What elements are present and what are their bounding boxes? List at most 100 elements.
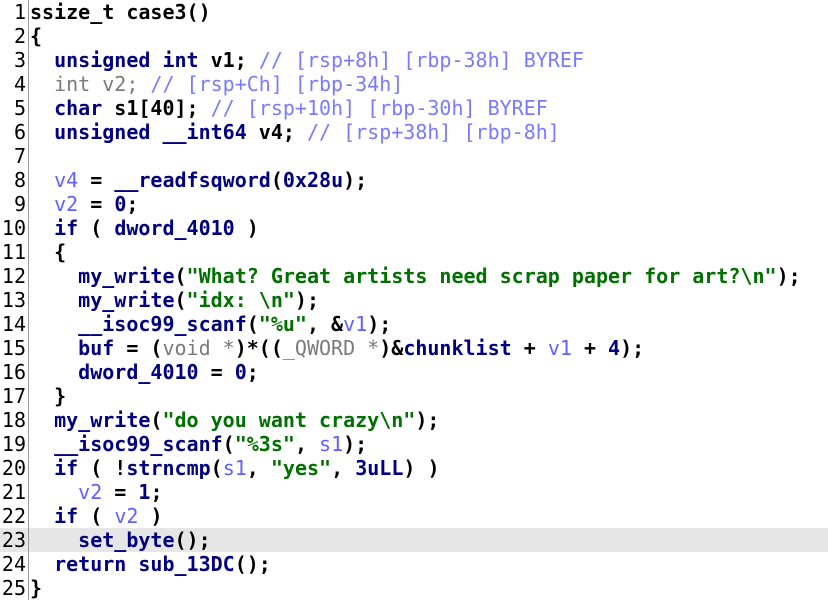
code-token[interactable]: unsigned int	[54, 48, 199, 72]
code-text[interactable]: __isoc99_scanf("%u", &v1);	[30, 312, 391, 336]
code-token[interactable]: sub_13DC	[138, 552, 234, 576]
code-line[interactable]: 25}	[0, 576, 828, 600]
code-text[interactable]: unsigned int v1; // [rsp+8h] [rbp-38h] B…	[30, 48, 584, 72]
code-token[interactable]: __isoc99_scanf	[54, 432, 223, 456]
code-line[interactable]: 12 my_write("What? Great artists need sc…	[0, 264, 828, 288]
code-token[interactable]: )*((	[235, 336, 283, 360]
code-token[interactable]: +	[512, 336, 548, 360]
code-token[interactable]: my_write	[78, 264, 174, 288]
code-token[interactable]: ();	[235, 552, 271, 576]
code-line[interactable]: 15 buf = (void *)*((_QWORD *)&chunklist …	[0, 336, 828, 360]
code-text[interactable]: {	[30, 240, 66, 264]
code-line[interactable]: 18 my_write("do you want crazy\n");	[0, 408, 828, 432]
code-token[interactable]: )	[138, 504, 162, 528]
code-token[interactable]: );	[295, 288, 319, 312]
code-token[interactable]: );	[777, 264, 801, 288]
code-token[interactable]	[30, 288, 78, 312]
code-token[interactable]: "yes"	[271, 456, 331, 480]
code-token[interactable]: if	[54, 456, 78, 480]
code-token[interactable]: 0x28u	[283, 168, 343, 192]
code-line[interactable]: 2{	[0, 24, 828, 48]
code-text[interactable]: buf = (void *)*((_QWORD *)&chunklist + v…	[30, 336, 644, 360]
code-line[interactable]: 22 if ( v2 )	[0, 504, 828, 528]
code-token[interactable]: =	[102, 480, 138, 504]
code-line[interactable]: 17 }	[0, 384, 828, 408]
code-token[interactable]: "idx: \n"	[187, 288, 295, 312]
code-text[interactable]: char s1[40]; // [rsp+10h] [rbp-30h] BYRE…	[30, 96, 548, 120]
code-line[interactable]: 8 v4 = __readfsqword(0x28u);	[0, 168, 828, 192]
code-token[interactable]: dword_4010	[114, 216, 234, 240]
code-token[interactable]: "What? Great artists need scrap paper fo…	[187, 264, 777, 288]
code-token[interactable]: my_write	[54, 408, 150, 432]
code-token[interactable]: ();	[175, 528, 211, 552]
code-token[interactable]: {	[30, 24, 42, 48]
code-token[interactable]: _QWORD *	[283, 336, 379, 360]
code-line[interactable]: 14 __isoc99_scanf("%u", &v1);	[0, 312, 828, 336]
code-token[interactable]: (	[175, 264, 187, 288]
code-token[interactable]: // [rsp+10h] [rbp-30h] BYREF	[211, 96, 548, 120]
code-line[interactable]: 7	[0, 144, 828, 168]
code-token[interactable]	[30, 264, 78, 288]
code-token[interactable]	[30, 360, 78, 384]
code-token[interactable]: return	[54, 552, 126, 576]
code-token[interactable]: = (	[114, 336, 162, 360]
code-token[interactable]	[30, 192, 54, 216]
code-token[interactable]: );	[415, 408, 439, 432]
code-token[interactable]	[30, 72, 54, 96]
code-token[interactable]: // [rsp+38h] [rbp-8h]	[307, 120, 560, 144]
code-text[interactable]: dword_4010 = 0;	[30, 360, 259, 384]
code-text[interactable]: if ( v2 )	[30, 504, 162, 528]
code-token[interactable]: s1	[319, 432, 343, 456]
code-token[interactable]: char	[54, 96, 102, 120]
code-line[interactable]: 13 my_write("idx: \n");	[0, 288, 828, 312]
code-text[interactable]: if ( !strncmp(s1, "yes", 3uLL) )	[30, 456, 439, 480]
code-token[interactable]	[30, 96, 54, 120]
code-token[interactable]: "do you want crazy\n"	[162, 408, 415, 432]
code-text[interactable]: v2 = 1;	[30, 480, 162, 504]
code-token[interactable]	[30, 168, 54, 192]
code-token[interactable]: +	[572, 336, 608, 360]
code-token[interactable]: "%u"	[259, 312, 307, 336]
code-token[interactable]: =	[78, 168, 114, 192]
code-text[interactable]: int v2; // [rsp+Ch] [rbp-34h]	[30, 72, 403, 96]
code-text[interactable]: __isoc99_scanf("%3s", s1);	[30, 432, 367, 456]
code-token[interactable]: ) )	[403, 456, 439, 480]
code-token[interactable]: __isoc99_scanf	[78, 312, 247, 336]
code-line[interactable]: 19 __isoc99_scanf("%3s", s1);	[0, 432, 828, 456]
code-token[interactable]: set_byte	[78, 528, 174, 552]
code-token[interactable]: );	[620, 336, 644, 360]
code-text[interactable]: my_write("What? Great artists need scrap…	[30, 264, 801, 288]
code-token[interactable]: // [rsp+Ch] [rbp-34h]	[150, 72, 403, 96]
code-token[interactable]	[30, 408, 54, 432]
code-token[interactable]: strncmp	[126, 456, 210, 480]
code-token[interactable]	[30, 336, 78, 360]
code-line[interactable]: 1 ssize_t case3()	[0, 0, 828, 24]
code-token[interactable]: (	[211, 456, 223, 480]
code-text[interactable]: my_write("do you want crazy\n");	[30, 408, 439, 432]
code-token[interactable]: ( !	[78, 456, 126, 480]
code-token[interactable]: chunklist	[403, 336, 511, 360]
code-token[interactable]: =	[78, 192, 114, 216]
code-text[interactable]: return sub_13DC();	[30, 552, 271, 576]
code-line[interactable]: 20 if ( !strncmp(s1, "yes", 3uLL) )	[0, 456, 828, 480]
code-token[interactable]: ;	[150, 480, 162, 504]
code-token[interactable]	[30, 48, 54, 72]
code-token[interactable]	[30, 552, 54, 576]
code-token[interactable]: __readfsqword	[114, 168, 271, 192]
code-token[interactable]: // [rsp+8h] [rbp-38h] BYREF	[259, 48, 584, 72]
code-line[interactable]: 6 unsigned __int64 v4; // [rsp+38h] [rbp…	[0, 120, 828, 144]
code-token[interactable]: =	[199, 360, 235, 384]
code-line[interactable]: 10 if ( dword_4010 )	[0, 216, 828, 240]
code-line[interactable]: 16 dword_4010 = 0;	[0, 360, 828, 384]
code-token[interactable]: (	[223, 432, 235, 456]
code-line[interactable]: 11 {	[0, 240, 828, 264]
code-token[interactable]: ;	[247, 360, 259, 384]
code-token[interactable]: 3uLL	[355, 456, 403, 480]
code-line[interactable]: 4 int v2; // [rsp+Ch] [rbp-34h]	[0, 72, 828, 96]
code-token[interactable]: v1	[548, 336, 572, 360]
code-token[interactable]: ;	[126, 192, 138, 216]
code-text[interactable]: unsigned __int64 v4; // [rsp+38h] [rbp-8…	[30, 120, 560, 144]
code-token[interactable]	[30, 480, 78, 504]
code-token[interactable]: );	[367, 312, 391, 336]
code-token[interactable]: ,	[295, 432, 319, 456]
